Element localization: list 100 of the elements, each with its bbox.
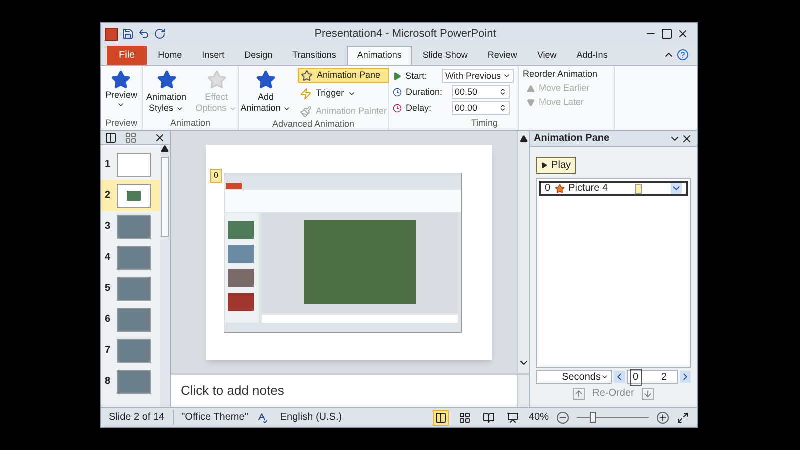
close-icon[interactable] <box>677 28 689 40</box>
caret-icon <box>117 101 126 109</box>
ribbon-tab[interactable]: Insert <box>193 46 234 65</box>
maximize-icon[interactable] <box>661 28 673 40</box>
normal-view-button[interactable] <box>432 410 449 426</box>
slide-thumbnail[interactable]: 2 <box>101 180 160 211</box>
lightning-icon <box>300 88 312 100</box>
photo-placeholder <box>117 308 151 332</box>
delay-field[interactable]: 00.00 <box>452 101 510 115</box>
timing-bar <box>634 184 642 194</box>
redo-icon[interactable] <box>154 28 166 40</box>
timeline-tick: 2 <box>661 370 667 384</box>
duration-label: Duration: <box>406 86 444 98</box>
ribbon-tab[interactable]: Review <box>478 46 526 65</box>
window-title: Presentation4 - Microsoft PowerPoint <box>314 26 496 42</box>
photo-placeholder <box>117 338 151 362</box>
caret-icon <box>503 72 511 80</box>
scrollbar[interactable] <box>160 145 170 407</box>
timeline-tick: 0 <box>630 368 642 386</box>
move-down-icon[interactable] <box>642 388 654 400</box>
start-label: Start: <box>406 70 428 82</box>
add-star-icon <box>256 70 276 90</box>
slides-tab-icon[interactable] <box>105 132 117 144</box>
ribbon-tab[interactable]: View <box>528 46 566 65</box>
reorder-label: Re-Order <box>592 387 634 401</box>
file-tab[interactable]: File <box>107 46 148 65</box>
time-unit-dropdown[interactable]: Seconds <box>536 370 612 384</box>
zoom-level[interactable]: 40% <box>528 410 549 425</box>
scroll-left-icon[interactable] <box>614 371 625 383</box>
brush-icon <box>300 106 312 118</box>
animation-item[interactable]: 0 Picture 4 <box>539 181 688 196</box>
spell-check-icon[interactable] <box>256 412 268 424</box>
start-dropdown[interactable]: With Previous <box>442 69 514 83</box>
notes-placeholder[interactable]: Click to add notes <box>181 383 284 398</box>
spinner-icon[interactable] <box>499 87 507 97</box>
ribbon-tab[interactable]: Transitions <box>284 46 346 65</box>
group-label: Timing <box>471 118 498 130</box>
play-icon <box>393 72 402 80</box>
play-icon <box>541 161 548 170</box>
duration-field[interactable]: 00.50 <box>452 85 510 99</box>
undo-icon[interactable] <box>138 28 150 40</box>
slide-thumbnail[interactable]: 4 <box>101 242 160 273</box>
slide-thumbnail[interactable]: 5 <box>101 273 160 304</box>
zoom-in-icon[interactable] <box>657 412 669 424</box>
save-icon[interactable] <box>122 28 134 40</box>
scroll-thumb[interactable] <box>161 157 169 237</box>
play-button[interactable]: Play <box>536 157 576 174</box>
screenshot-slide-drawing <box>117 184 151 208</box>
ribbon-tab[interactable]: Design <box>236 46 282 65</box>
slide-thumbnail[interactable]: 8 <box>101 366 160 397</box>
title-slide-drawing <box>117 152 151 176</box>
ribbon-tab[interactable]: Home <box>149 46 192 65</box>
outline-tab-icon[interactable] <box>125 132 137 144</box>
slide-thumbnail[interactable]: 3 <box>101 211 160 242</box>
caret-icon <box>601 373 609 381</box>
slide-thumbnail[interactable]: 1 <box>101 149 160 180</box>
photo-placeholder <box>117 214 151 238</box>
group-label: Preview <box>105 118 138 130</box>
fit-to-window-icon[interactable] <box>677 412 689 424</box>
star-icon <box>206 70 226 90</box>
scroll-up-icon[interactable] <box>161 145 169 153</box>
photo-placeholder <box>117 370 151 394</box>
move-up-icon[interactable] <box>572 388 585 400</box>
ribbon-tab[interactable]: Slide Show <box>414 46 477 65</box>
slide-thumbnail[interactable]: 7 <box>101 335 160 366</box>
clock-icon <box>393 88 402 96</box>
delay-label: Delay: <box>406 102 433 114</box>
pane-title: Animation Pane <box>534 132 611 146</box>
down-triangle-icon <box>527 98 535 106</box>
animation-badge: 0 <box>210 169 222 183</box>
photo-placeholder <box>117 276 151 300</box>
slide-count: Slide 2 of 14 <box>109 411 165 425</box>
ribbon-tab[interactable]: Add-Ins <box>568 46 617 65</box>
group-label: Advanced Animation <box>272 119 355 131</box>
language[interactable]: English (U.S.) <box>276 410 342 425</box>
animation-pane-button[interactable]: Animation Pane <box>298 68 390 83</box>
up-triangle-icon <box>527 84 535 92</box>
notes-scrollbar[interactable] <box>517 375 529 407</box>
trigger-button[interactable]: Trigger <box>298 86 390 101</box>
help-icon[interactable] <box>677 49 689 61</box>
app-logo-icon <box>105 28 118 40</box>
preview-button[interactable]: Preview <box>105 66 138 118</box>
scroll-right-icon[interactable] <box>680 371 691 383</box>
spinner-icon[interactable] <box>499 103 507 113</box>
scroll-up-icon[interactable] <box>520 135 528 143</box>
group-label: Animation <box>170 118 211 130</box>
vertical-scrollbar[interactable] <box>517 131 529 373</box>
close-icon[interactable] <box>154 132 166 144</box>
photo-placeholder <box>117 246 151 270</box>
zoom-thumb[interactable] <box>590 412 596 423</box>
dropdown-icon[interactable] <box>671 183 682 194</box>
close-icon[interactable] <box>681 132 693 144</box>
star-icon <box>111 70 132 90</box>
animation-styles-button[interactable]: Animation Styles <box>142 70 190 118</box>
ribbon-tab[interactable]: Animations <box>347 46 412 65</box>
theme-name: "Office Theme" <box>172 410 248 425</box>
add-animation-button[interactable]: Add Animation <box>238 68 294 119</box>
zoom-slider[interactable] <box>577 412 649 424</box>
zoom-out-icon[interactable] <box>557 412 569 424</box>
slide-thumbnail[interactable]: 6 <box>101 304 160 335</box>
